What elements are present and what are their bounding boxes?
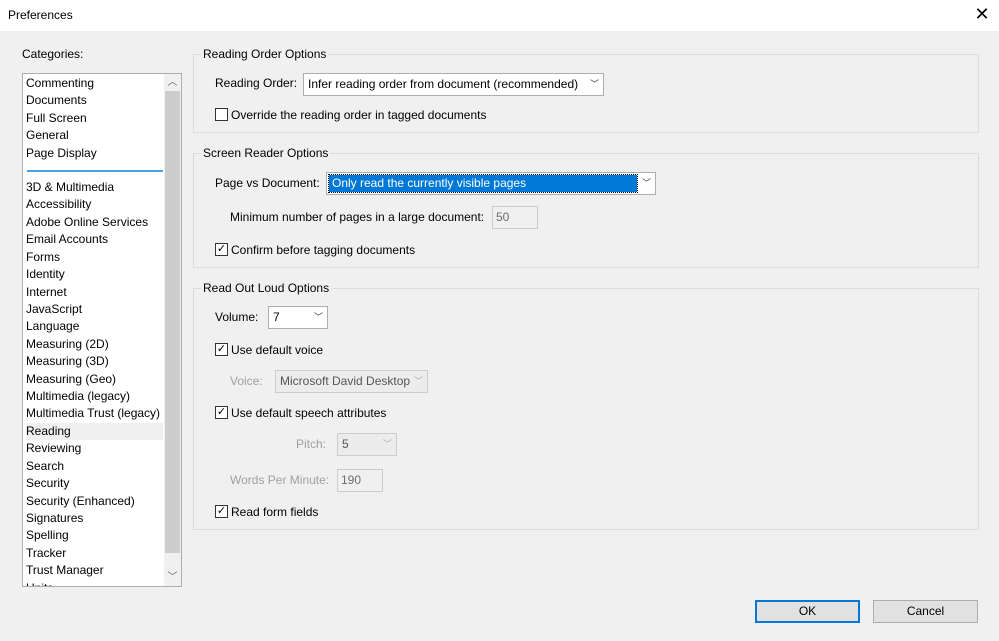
- category-item[interactable]: Tracker: [26, 545, 163, 562]
- category-item[interactable]: Units: [26, 580, 163, 586]
- list-separator: [27, 170, 163, 172]
- category-item[interactable]: Reading: [26, 422, 163, 441]
- pitch-select[interactable]: 5 ﹀: [337, 433, 397, 456]
- scroll-up-icon[interactable]: ︿: [164, 74, 181, 91]
- close-icon[interactable]: ✕: [971, 4, 993, 25]
- chevron-down-icon: ﹀: [382, 439, 392, 449]
- override-label: Override the reading order in tagged doc…: [231, 108, 487, 122]
- group-legend: Read Out Loud Options: [201, 281, 332, 295]
- read-form-fields-label: Read form fields: [231, 505, 319, 519]
- chevron-down-icon: ﹀: [589, 79, 599, 89]
- window-title: Preferences: [8, 8, 73, 22]
- voice-select[interactable]: Microsoft David Desktop ﹀: [275, 370, 428, 393]
- select-value: Only read the currently visible pages: [328, 174, 638, 193]
- categories-label: Categories:: [22, 47, 84, 61]
- scroll-thumb[interactable]: [165, 91, 180, 553]
- page-vs-document-select[interactable]: Only read the currently visible pages ﹀: [326, 172, 656, 195]
- category-item[interactable]: Language: [26, 318, 163, 335]
- category-item[interactable]: Spelling: [26, 527, 163, 544]
- category-item[interactable]: Commenting: [26, 75, 163, 92]
- select-value: Infer reading order from document (recom…: [308, 77, 579, 91]
- category-item[interactable]: General: [26, 127, 163, 144]
- category-item[interactable]: Full Screen: [26, 110, 163, 127]
- select-value: Microsoft David Desktop: [280, 374, 411, 388]
- group-legend: Screen Reader Options: [201, 146, 331, 160]
- category-item[interactable]: Search: [26, 458, 163, 475]
- category-item[interactable]: 3D & Multimedia: [26, 179, 163, 196]
- override-checkbox[interactable]: [215, 108, 228, 121]
- category-item[interactable]: Measuring (Geo): [26, 371, 163, 388]
- category-item[interactable]: Forms: [26, 249, 163, 266]
- min-pages-label: Minimum number of pages in a large docum…: [230, 210, 485, 224]
- cancel-button[interactable]: Cancel: [873, 600, 978, 623]
- category-item[interactable]: Measuring (2D): [26, 336, 163, 353]
- confirm-tagging-label: Confirm before tagging documents: [231, 243, 416, 257]
- scroll-down-icon[interactable]: ﹀: [164, 569, 181, 586]
- read-form-fields-checkbox[interactable]: ✓: [215, 505, 228, 518]
- categories-list[interactable]: UnitsTrust ManagerTrackerSpellingSignatu…: [22, 73, 182, 587]
- category-item[interactable]: Page Display: [26, 145, 163, 162]
- category-item[interactable]: Adobe Online Services: [26, 214, 163, 231]
- ok-button[interactable]: OK: [755, 600, 860, 623]
- voice-label: Voice:: [230, 374, 263, 388]
- default-speech-label: Use default speech attributes: [231, 406, 387, 420]
- category-item[interactable]: Internet: [26, 284, 163, 301]
- default-voice-checkbox[interactable]: ✓: [215, 343, 228, 356]
- category-item[interactable]: Security: [26, 475, 163, 492]
- min-pages-input[interactable]: 50: [492, 206, 538, 229]
- chevron-down-icon: ﹀: [313, 312, 323, 322]
- confirm-tagging-checkbox[interactable]: ✓: [215, 243, 228, 256]
- reading-order-label: Reading Order:: [215, 76, 298, 90]
- scrollbar[interactable]: ︿ ﹀: [164, 74, 181, 586]
- category-item[interactable]: Accessibility: [26, 196, 163, 213]
- default-speech-checkbox[interactable]: ✓: [215, 406, 228, 419]
- select-value: 5: [342, 437, 349, 451]
- category-item[interactable]: Reviewing: [26, 440, 163, 457]
- chevron-down-icon: ﹀: [641, 178, 651, 188]
- volume-label: Volume:: [215, 310, 259, 324]
- category-item[interactable]: Documents: [26, 92, 163, 109]
- wpm-input[interactable]: 190: [337, 469, 383, 492]
- category-item[interactable]: Multimedia Trust (legacy): [26, 405, 163, 422]
- category-item[interactable]: Trust Manager: [26, 562, 163, 579]
- page-vs-document-label: Page vs Document:: [215, 176, 320, 190]
- volume-select[interactable]: 7 ﹀: [268, 306, 328, 329]
- title-bar: Preferences ✕: [0, 0, 999, 31]
- category-item[interactable]: Multimedia (legacy): [26, 388, 163, 405]
- pitch-label: Pitch:: [296, 437, 327, 451]
- category-item[interactable]: JavaScript: [26, 301, 163, 318]
- category-item[interactable]: Measuring (3D): [26, 353, 163, 370]
- default-voice-label: Use default voice: [231, 343, 324, 357]
- category-item[interactable]: Email Accounts: [26, 231, 163, 248]
- chevron-down-icon: ﹀: [413, 376, 423, 386]
- select-value: 7: [273, 310, 280, 324]
- category-item[interactable]: Signatures: [26, 510, 163, 527]
- group-legend: Reading Order Options: [201, 47, 329, 61]
- category-item[interactable]: Identity: [26, 266, 163, 283]
- reading-order-select[interactable]: Infer reading order from document (recom…: [303, 73, 604, 96]
- wpm-label: Words Per Minute:: [230, 473, 330, 487]
- category-item[interactable]: Security (Enhanced): [26, 493, 163, 510]
